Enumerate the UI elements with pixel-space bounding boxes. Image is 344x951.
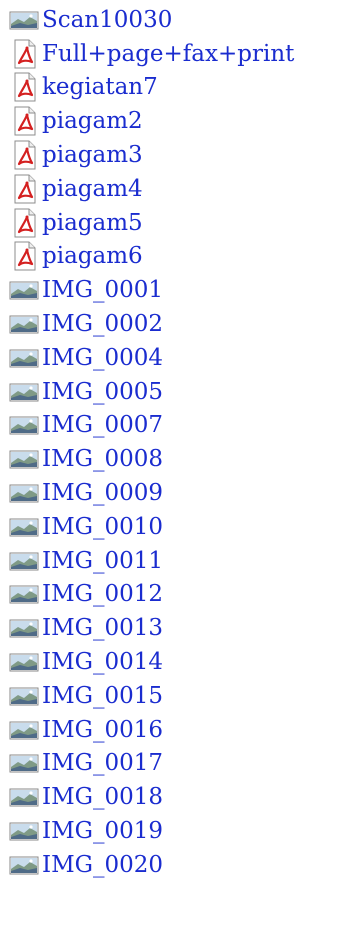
file-list-item[interactable]: IMG_0010 <box>8 510 344 544</box>
file-link[interactable]: piagam6 <box>42 241 143 271</box>
file-link[interactable]: piagam4 <box>42 174 143 204</box>
file-list-item[interactable]: IMG_0009 <box>8 476 344 510</box>
image-file-icon[interactable] <box>8 308 40 340</box>
file-list-item[interactable]: kegiatan7 <box>8 71 344 105</box>
file-list-item[interactable]: piagam2 <box>8 104 344 138</box>
file-list-item[interactable]: IMG_0014 <box>8 645 344 679</box>
file-link[interactable]: IMG_0010 <box>42 512 163 542</box>
file-list-item[interactable]: IMG_0015 <box>8 679 344 713</box>
file-link[interactable]: piagam5 <box>42 208 143 238</box>
pdf-file-icon[interactable] <box>8 240 40 272</box>
image-file-icon[interactable] <box>8 714 40 746</box>
file-link[interactable]: piagam3 <box>42 140 143 170</box>
file-link[interactable]: IMG_0008 <box>42 444 163 474</box>
file-list-item[interactable]: IMG_0011 <box>8 544 344 578</box>
file-list: Scan10030 Full+page+fax+print kegiatan7 pia… <box>0 0 344 882</box>
file-link[interactable]: IMG_0012 <box>42 579 163 609</box>
file-list-item[interactable]: IMG_0012 <box>8 578 344 612</box>
pdf-file-icon[interactable] <box>8 105 40 137</box>
file-list-item[interactable]: IMG_0019 <box>8 814 344 848</box>
file-list-item[interactable]: piagam6 <box>8 240 344 274</box>
image-file-icon[interactable] <box>8 815 40 847</box>
file-list-item[interactable]: IMG_0013 <box>8 611 344 645</box>
file-link[interactable]: IMG_0002 <box>42 309 163 339</box>
pdf-file-icon[interactable] <box>8 173 40 205</box>
file-list-item[interactable]: IMG_0020 <box>8 848 344 882</box>
file-link[interactable]: IMG_0015 <box>42 681 163 711</box>
file-link[interactable]: kegiatan7 <box>42 72 158 102</box>
file-link[interactable]: IMG_0020 <box>42 850 163 880</box>
file-list-item[interactable]: Full+page+fax+print <box>8 37 344 71</box>
file-list-item[interactable]: piagam4 <box>8 172 344 206</box>
file-list-item[interactable]: IMG_0002 <box>8 307 344 341</box>
file-link[interactable]: IMG_0013 <box>42 613 163 643</box>
file-list-item[interactable]: IMG_0005 <box>8 375 344 409</box>
image-file-icon[interactable] <box>8 578 40 610</box>
image-file-icon[interactable] <box>8 511 40 543</box>
file-link[interactable]: piagam2 <box>42 106 143 136</box>
file-list-item[interactable]: IMG_0017 <box>8 747 344 781</box>
image-file-icon[interactable] <box>8 274 40 306</box>
image-file-icon[interactable] <box>8 409 40 441</box>
file-list-item[interactable]: IMG_0001 <box>8 273 344 307</box>
file-list-item[interactable]: IMG_0018 <box>8 780 344 814</box>
file-link[interactable]: IMG_0001 <box>42 275 163 305</box>
file-list-item[interactable]: piagam3 <box>8 138 344 172</box>
image-file-icon[interactable] <box>8 849 40 881</box>
file-list-item[interactable]: IMG_0008 <box>8 442 344 476</box>
file-link[interactable]: IMG_0017 <box>42 748 163 778</box>
image-file-icon[interactable] <box>8 680 40 712</box>
pdf-file-icon[interactable] <box>8 139 40 171</box>
image-file-icon[interactable] <box>8 646 40 678</box>
file-list-item[interactable]: IMG_0016 <box>8 713 344 747</box>
pdf-file-icon[interactable] <box>8 38 40 70</box>
image-file-icon[interactable] <box>8 545 40 577</box>
file-link[interactable]: IMG_0009 <box>42 478 163 508</box>
image-file-icon[interactable] <box>8 612 40 644</box>
image-file-icon[interactable] <box>8 342 40 374</box>
image-file-icon[interactable] <box>8 781 40 813</box>
image-file-icon[interactable] <box>8 747 40 779</box>
file-link[interactable]: Full+page+fax+print <box>42 39 294 69</box>
file-link[interactable]: IMG_0005 <box>42 377 163 407</box>
image-file-icon[interactable] <box>8 4 40 36</box>
file-link[interactable]: IMG_0018 <box>42 782 163 812</box>
image-file-icon[interactable] <box>8 477 40 509</box>
file-list-item[interactable]: Scan10030 <box>8 3 344 37</box>
file-list-item[interactable]: IMG_0007 <box>8 409 344 443</box>
image-file-icon[interactable] <box>8 376 40 408</box>
file-link[interactable]: IMG_0016 <box>42 715 163 745</box>
pdf-file-icon[interactable] <box>8 71 40 103</box>
file-link[interactable]: IMG_0004 <box>42 343 163 373</box>
file-list-item[interactable]: IMG_0004 <box>8 341 344 375</box>
file-list-item[interactable]: piagam5 <box>8 206 344 240</box>
file-link[interactable]: Scan10030 <box>42 5 172 35</box>
file-link[interactable]: IMG_0019 <box>42 816 163 846</box>
file-link[interactable]: IMG_0014 <box>42 647 163 677</box>
file-link[interactable]: IMG_0011 <box>42 546 163 576</box>
image-file-icon[interactable] <box>8 443 40 475</box>
pdf-file-icon[interactable] <box>8 207 40 239</box>
file-link[interactable]: IMG_0007 <box>42 410 163 440</box>
